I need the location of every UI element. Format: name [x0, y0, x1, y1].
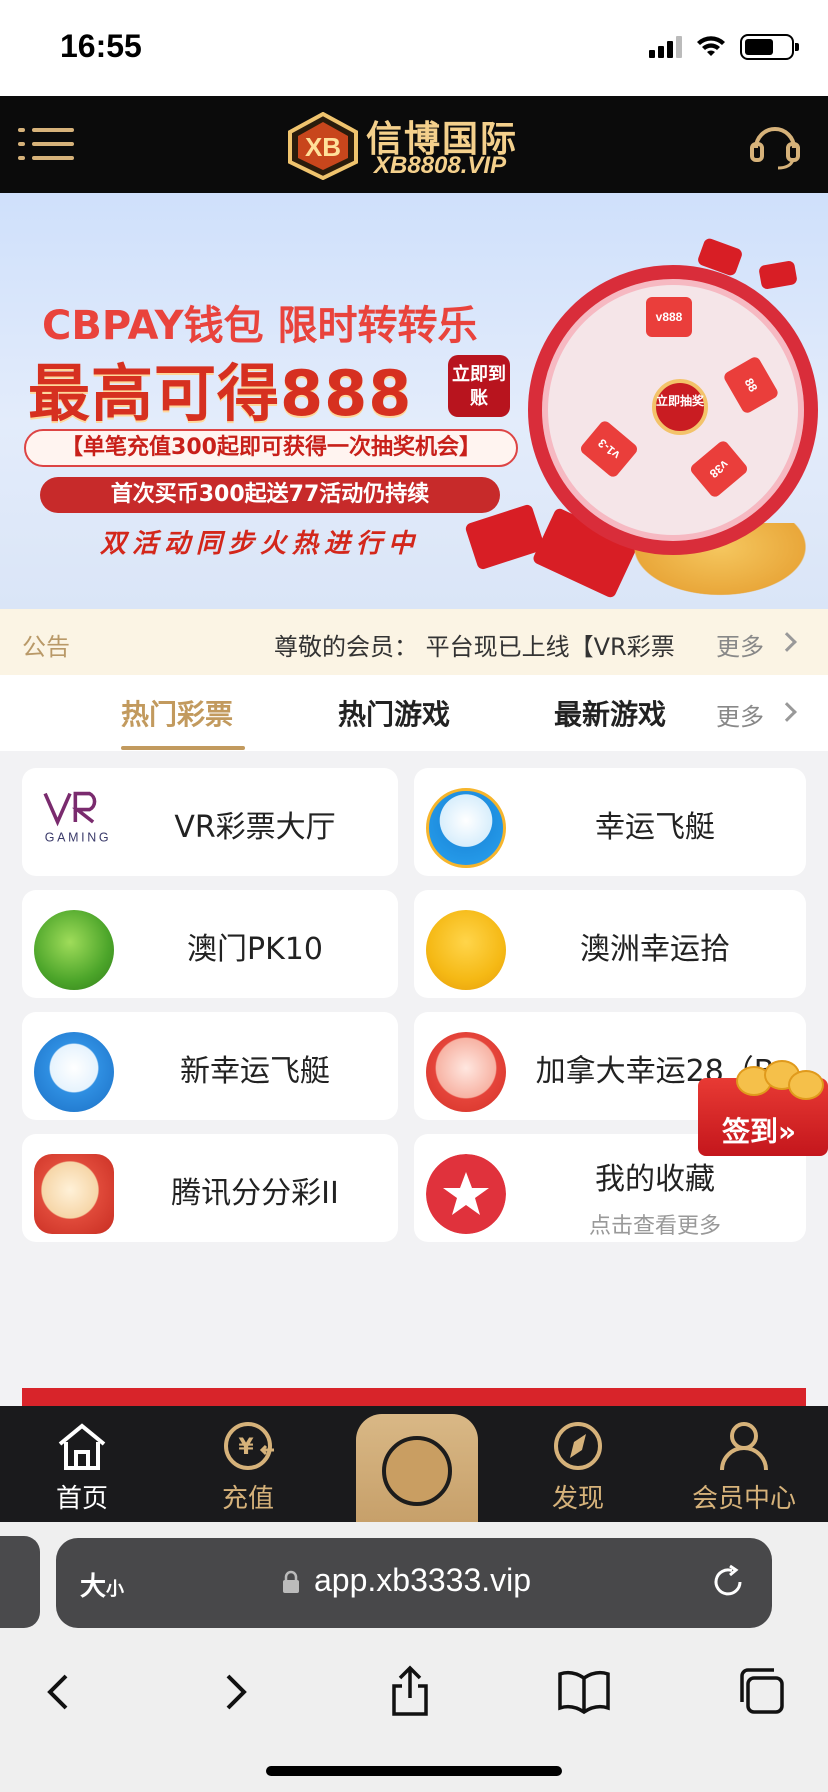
lock-icon [283, 1570, 299, 1593]
category-tabs: 热门彩票 热门游戏 最新游戏 更多 [0, 675, 828, 751]
status-icons [649, 34, 799, 60]
tencent-ffc-icon [34, 1154, 114, 1234]
back-icon[interactable] [28, 1662, 88, 1722]
game-card[interactable]: GAMING VR彩票大厅 [22, 768, 398, 876]
australia-lucky10-icon [426, 910, 506, 990]
tab-hot-games[interactable]: 热门游戏 [338, 693, 450, 733]
tabs-more-button[interactable]: 更多 [716, 697, 764, 732]
wheel-prize: 88 [722, 355, 780, 415]
app-header: XB 信博国际 XB8808.VIP [0, 96, 828, 193]
promo-banner[interactable]: CBPAY钱包 限时转转乐 最高可得888 立即到账 【单笔充值300起即可获得… [0, 193, 828, 609]
home-indicator [266, 1766, 562, 1776]
bottom-promo-peek [22, 1388, 806, 1408]
cellular-signal-icon [649, 36, 682, 58]
status-bar: 16:55 [0, 0, 828, 96]
wifi-icon [697, 36, 725, 56]
user-icon [720, 1422, 768, 1471]
star-icon [426, 1154, 506, 1234]
game-card[interactable]: 幸运飞艇 [414, 768, 806, 876]
url-text: app.xb3333.vip [314, 1562, 532, 1598]
game-name: 腾讯分分彩II [171, 1176, 339, 1211]
nav-label: 会员中心 [691, 1484, 796, 1514]
lucky-boat-icon [426, 788, 506, 868]
address-bar[interactable]: 大小 app.xb3333.vip [56, 1538, 772, 1628]
previous-tab-peek[interactable] [0, 1536, 40, 1628]
announcement-bar[interactable]: 公告 尊敬的会员： 平台现已上线【VR彩票 更多 [0, 609, 828, 675]
nav-home[interactable]: 首页 [22, 1416, 142, 1520]
new-lucky-boat-icon [34, 1032, 114, 1112]
share-icon[interactable] [380, 1662, 440, 1722]
compass-icon [554, 1422, 602, 1470]
banner-offer: 首次买币300起送77活动仍持续 [40, 477, 500, 513]
wheel-prize: v1-3 [578, 418, 640, 480]
banner-tagline: 双活动同步火热进行中 [100, 529, 421, 559]
checkin-button[interactable]: 签到» [698, 1060, 828, 1156]
coin-icon [788, 1070, 824, 1100]
game-card[interactable]: 澳门PK10 [22, 890, 398, 998]
checkin-label: 签到» [722, 1115, 797, 1148]
macau-pk10-icon [34, 910, 114, 990]
announcement-text: 尊敬的会员： 平台现已上线【VR彩票 [274, 633, 675, 661]
nav-label: 充值 [221, 1484, 274, 1514]
svg-text:¥: ¥ [238, 1435, 254, 1460]
reload-icon[interactable] [710, 1564, 746, 1600]
tab-active-indicator [121, 746, 245, 750]
nav-recharge[interactable]: ¥ 充值 [188, 1416, 308, 1520]
battery-icon [740, 34, 799, 60]
game-card[interactable]: 腾讯分分彩II [22, 1134, 398, 1242]
status-time: 16:55 [60, 28, 142, 64]
center-icon [382, 1436, 452, 1506]
game-name: 新幸运飞艇 [180, 1054, 330, 1089]
wheel-spin-button[interactable]: 立即抽奖 [652, 379, 708, 435]
brand-logo[interactable]: XB 信博国际 XB8808.VIP [286, 108, 546, 184]
game-card[interactable]: 澳洲幸运拾 [414, 890, 806, 998]
game-name: 幸运飞艇 [595, 810, 715, 845]
menu-button[interactable] [18, 124, 74, 164]
favorites-subtitle: 点击查看更多 [588, 1214, 721, 1239]
bookmarks-icon[interactable] [554, 1662, 614, 1722]
game-name: VR彩票大厅 [174, 810, 336, 845]
game-card[interactable]: 新幸运飞艇 [22, 1012, 398, 1120]
home-icon [58, 1423, 106, 1470]
svg-text:GAMING: GAMING [45, 831, 111, 845]
banner-pill: 立即到账 [448, 355, 510, 417]
text-size-small: 小 [106, 1579, 125, 1600]
canada-lucky28-icon [426, 1032, 506, 1112]
game-name: 澳门PK10 [187, 932, 323, 967]
browser-toolbar: 大小 app.xb3333.vip [0, 1522, 828, 1792]
chevron-right-icon [777, 632, 797, 652]
game-name: 澳洲幸运拾 [580, 932, 730, 967]
forward-icon[interactable] [206, 1662, 266, 1722]
logo-emblem-icon: XB [288, 112, 358, 180]
recharge-icon: ¥ [224, 1422, 274, 1470]
favorites-title: 我的收藏 [595, 1162, 715, 1197]
nav-discover[interactable]: 发现 [518, 1416, 638, 1520]
banner-prize: 最高可得888 [28, 357, 413, 430]
nav-label: 发现 [551, 1484, 604, 1514]
banner-rule: 【单笔充值300起即可获得一次抽奖机会】 [24, 429, 518, 467]
logo-mark: XB [305, 132, 341, 162]
nav-label: 首页 [55, 1484, 108, 1514]
customer-support-icon[interactable] [748, 118, 802, 172]
tab-new-games[interactable]: 最新游戏 [554, 693, 666, 733]
text-size-button[interactable]: 大小 [80, 1566, 124, 1603]
announcement-label: 公告 [22, 633, 70, 661]
announcement-more[interactable]: 更多 [716, 627, 764, 662]
text-size-large: 大 [80, 1572, 107, 1602]
tabs-icon[interactable] [732, 1662, 792, 1722]
wheel-prize: v38 [688, 438, 750, 500]
nav-center-button[interactable] [356, 1414, 478, 1522]
chevron-right-icon [777, 702, 797, 722]
wheel-prize: v888 [646, 297, 692, 337]
prize-wheel[interactable]: v888 88 v38 v1-3 立即抽奖 [528, 265, 818, 555]
vr-gaming-logo: GAMING [43, 791, 111, 845]
nav-member-center[interactable]: 会员中心 [684, 1416, 804, 1520]
logo-en: XB8808.VIP [374, 152, 507, 179]
tab-hot-lottery[interactable]: 热门彩票 [121, 693, 233, 733]
